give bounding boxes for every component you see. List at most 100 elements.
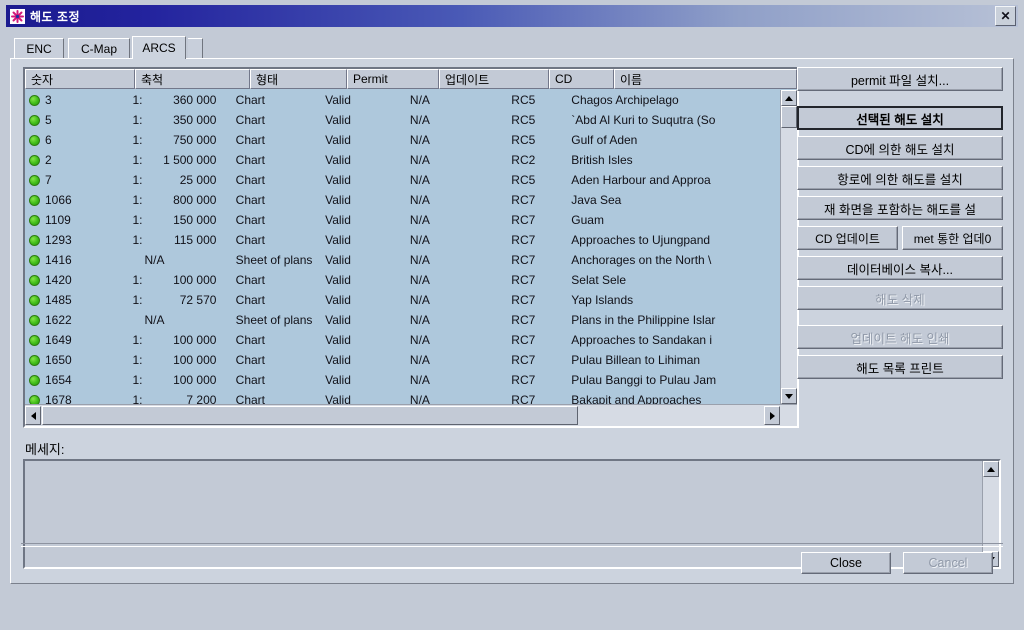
table-row[interactable]: 1066 1: 800 000 Chart Valid N/A RC7 Java Sea [25,190,780,210]
cell-name: Approaches to Ujungpand [571,233,711,247]
install-chart-covering-screen-button[interactable]: 재 화면을 포함하는 해도를 설 [797,196,1003,220]
message-scroll-up-button[interactable] [983,461,999,477]
table-rows-viewport[interactable]: 3 1: 360 000 Chart Valid N/A RC5 Chagos Archipe… [25,90,780,404]
install-permit-file-button[interactable]: permit 파일 설치... [797,67,1003,91]
cell-scale-ratio: 1: [132,153,143,167]
cell-update: N/A [409,173,430,187]
cell-update: N/A [409,133,430,147]
update-via-internet-button[interactable]: met 통한 업데0 [902,226,1003,250]
footer-divider [21,543,1003,547]
column-header-number[interactable]: 숫자 [25,69,135,89]
table-row[interactable]: 1420 1: 100 000 Chart Valid N/A RC7 Selat Sele [25,270,780,290]
cell-name: Pulau Billean to Lihiman [571,353,701,367]
tab-cmap[interactable]: C-Map [68,38,130,58]
install-selected-chart-button[interactable]: 선택된 해도 설치 [797,106,1003,130]
table-row[interactable]: 1416 N/A Sheet of plans Valid N/A RC7 Anchorag… [25,250,780,270]
cell-type: Chart [235,113,266,127]
cell-scale: N/A [126,253,232,267]
tab-arcs[interactable]: ARCS [132,36,186,59]
table-row[interactable]: 1650 1: 100 000 Chart Valid N/A RC7 Pulau Bille… [25,350,780,370]
cell-type: Chart [235,333,266,347]
print-chart-list-button[interactable]: 해도 목록 프린트 [797,355,1003,379]
cell-scale: 1: 350 000 [126,113,232,127]
cell-number: 1416 [25,253,126,267]
footer-bar: Close Cancel [21,543,1003,575]
cell-update: N/A [409,113,430,127]
print-updated-chart-button: 업데이트 해도 인쇄 [797,325,1003,349]
cell-cd: RC7 [511,273,536,287]
list-horizontal-scrollbar[interactable] [25,404,797,426]
cell-type: Chart [235,273,266,287]
column-header-cd[interactable]: CD [549,69,614,89]
cell-scale: 1: 800 000 [126,193,232,207]
chart-list[interactable]: 숫자 축척 형태 Permit 업데이트 CD 이름 3 1: 360 000 Cha… [23,67,799,428]
cell-number: 7 [25,173,126,187]
scroll-right-button[interactable] [764,406,780,425]
table-row[interactable]: 1485 1: 72 570 Chart Valid N/A RC7 Yap Islands [25,290,780,310]
cell-scale-value: 360 000 [173,93,217,107]
scroll-down-button[interactable] [781,388,797,404]
chevron-right-icon [769,411,775,420]
tab-bar: ENC C-Map ARCS [14,36,1010,59]
column-header-permit[interactable]: Permit [347,69,439,89]
cell-cd: RC7 [511,253,536,267]
list-vertical-scroll-thumb[interactable] [781,106,797,128]
cell-update: N/A [409,353,430,367]
cell-permit: Valid [325,213,351,227]
cell-permit: Valid [325,193,351,207]
list-horizontal-scroll-thumb[interactable] [42,406,578,425]
column-header-update[interactable]: 업데이트 [439,69,549,89]
table-row[interactable]: 1654 1: 100 000 Chart Valid N/A RC7 Pulau Bangg… [25,370,780,390]
table-row[interactable]: 6 1: 750 000 Chart Valid N/A RC5 Gulf of Aden [25,130,780,150]
cell-update: N/A [409,273,430,287]
table-row[interactable]: 7 1: 25 000 Chart Valid N/A RC5 Aden Harbour an… [25,170,780,190]
close-icon[interactable]: ✕ [995,6,1016,26]
table-header-row: 숫자 축척 형태 Permit 업데이트 CD 이름 [25,69,797,89]
tab-enc[interactable]: ENC [14,38,64,58]
table-row[interactable]: 1678 1: 7 200 Chart Valid N/A RC7 Bakapit and A… [25,390,780,404]
install-chart-by-route-button[interactable]: 항로에 의한 해도를 설치 [797,166,1003,190]
table-row[interactable]: 1293 1: 115 000 Chart Valid N/A RC7 Approaches … [25,230,780,250]
close-button[interactable]: Close [801,552,891,574]
install-chart-by-cd-button[interactable]: CD에 의한 해도 설치 [797,136,1003,160]
cell-name: Chagos Archipelago [571,93,679,107]
cell-number: 1293 [25,233,126,247]
main-panel: 숫자 축척 형태 Permit 업데이트 CD 이름 3 1: 360 000 Cha… [10,58,1014,584]
cell-number-text: 1485 [45,293,72,307]
cell-name: Pulau Banggi to Pulau Jam [571,373,717,387]
table-row[interactable]: 1109 1: 150 000 Chart Valid N/A RC7 Guam [25,210,780,230]
cell-scale-value: 100 000 [173,353,217,367]
table-row[interactable]: 3 1: 360 000 Chart Valid N/A RC5 Chagos Archipe… [25,90,780,110]
cell-update: N/A [409,93,430,107]
message-label: 메세지: [25,442,65,457]
cell-permit: Valid [325,293,351,307]
table-body: 3 1: 360 000 Chart Valid N/A RC5 Chagos Archipe… [25,90,797,426]
status-ok-icon [29,94,40,106]
table-row[interactable]: 5 1: 350 000 Chart Valid N/A RC5 `Abd Al Kuri t… [25,110,780,130]
update-by-cd-button[interactable]: CD 업데이트 [797,226,898,250]
table-row[interactable]: 1622 N/A Sheet of plans Valid N/A RC7 Plans in… [25,310,780,330]
column-header-type[interactable]: 형태 [250,69,347,89]
column-header-scale[interactable]: 축척 [135,69,250,89]
cell-number-text: 1293 [45,233,72,247]
status-ok-icon [29,214,40,226]
list-vertical-scrollbar[interactable] [780,90,797,404]
cell-scale: 1: 150 000 [126,213,232,227]
cell-cd: RC5 [511,93,536,107]
cell-cd: RC5 [511,113,536,127]
cell-scale: 1: 25 000 [126,173,232,187]
cell-scale-ratio: 1: [132,213,143,227]
cancel-button: Cancel [903,552,993,574]
status-ok-icon [29,374,40,386]
status-ok-icon [29,314,40,326]
copy-database-button[interactable]: 데이터베이스 복사... [797,256,1003,280]
cell-scale-value: 150 000 [173,213,217,227]
cell-scale-value: 7 200 [186,393,217,404]
column-header-name[interactable]: 이름 [614,69,797,89]
status-ok-icon [29,354,40,366]
table-row[interactable]: 1649 1: 100 000 Chart Valid N/A RC7 Approaches … [25,330,780,350]
scroll-left-button[interactable] [25,406,41,425]
scroll-up-button[interactable] [781,90,797,106]
table-row[interactable]: 2 1: 1 500 000 Chart Valid N/A RC2 British Isle… [25,150,780,170]
cell-type: Chart [235,133,266,147]
